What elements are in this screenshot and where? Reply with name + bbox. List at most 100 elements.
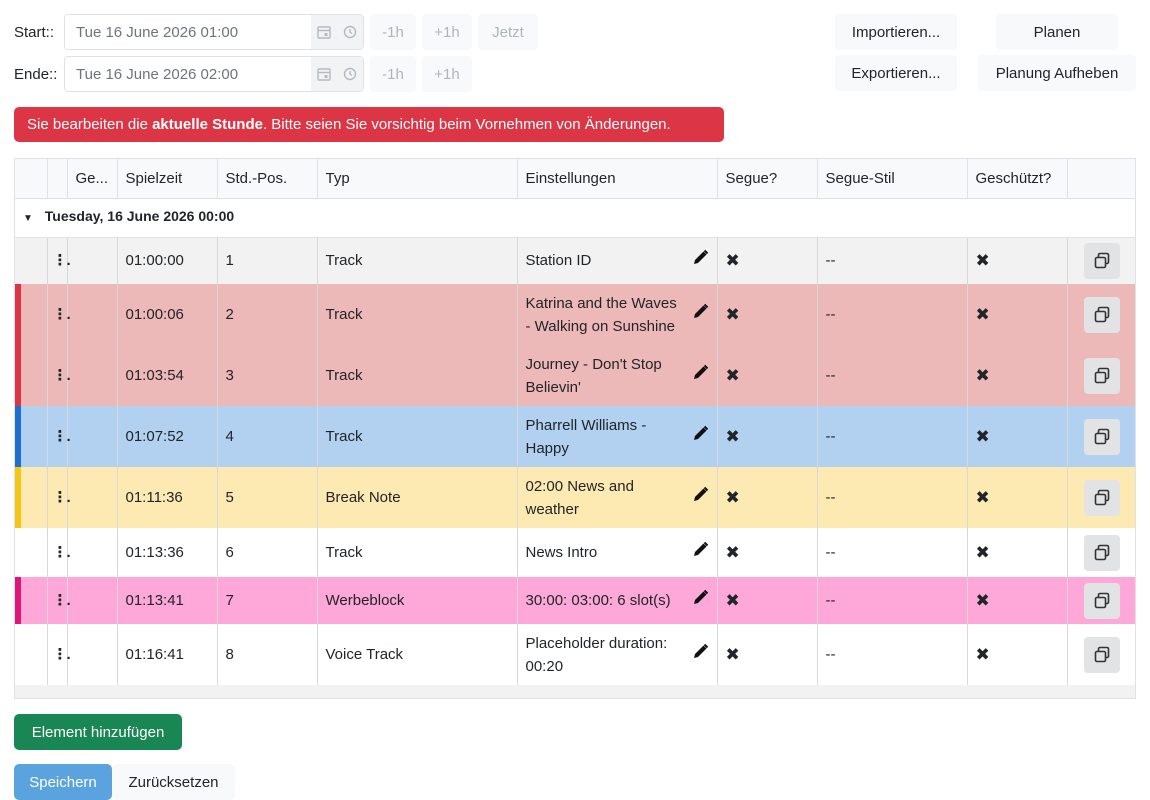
x-mark-icon[interactable]: ✖ xyxy=(726,305,740,324)
table-row[interactable]: ⋮. 01:13:41 7 Werbeblock 30:00: 03:00: 6… xyxy=(15,577,1135,624)
start-minus-1h-button[interactable]: -1h xyxy=(370,14,416,50)
drag-handle-cell[interactable]: ⋮. xyxy=(47,577,71,624)
segue-cell[interactable]: ✖ xyxy=(717,528,818,577)
segue-cell[interactable]: ✖ xyxy=(717,406,818,467)
table-row[interactable]: ⋮. 01:13:36 6 Track News Intro ✖ -- ✖ xyxy=(15,528,1135,577)
x-mark-icon[interactable]: ✖ xyxy=(976,305,990,324)
table-row[interactable]: ⋮. 01:03:54 3 Track Journey - Don't Stop… xyxy=(15,345,1135,406)
protected-cell[interactable]: ✖ xyxy=(967,467,1068,528)
duplicate-button[interactable] xyxy=(1084,534,1121,571)
pencil-icon[interactable] xyxy=(692,541,709,565)
end-datetime-input[interactable]: Tue 16 June 2026 02:00 xyxy=(64,56,364,92)
drag-handle-cell[interactable]: ⋮. xyxy=(47,406,71,467)
column-header-spielzeit[interactable]: Spielzeit xyxy=(117,159,218,199)
x-mark-icon[interactable]: ✖ xyxy=(976,645,990,664)
segue-cell[interactable]: ✖ xyxy=(717,577,818,624)
x-mark-icon[interactable]: ✖ xyxy=(976,427,990,446)
x-mark-icon[interactable]: ✖ xyxy=(726,427,740,446)
pencil-icon[interactable] xyxy=(692,643,709,667)
protected-cell[interactable]: ✖ xyxy=(967,528,1068,577)
column-header-std-pos[interactable]: Std.-Pos. xyxy=(217,159,318,199)
segue-cell[interactable]: ✖ xyxy=(717,237,818,284)
drag-handle-cell[interactable]: ⋮. xyxy=(47,528,71,577)
duplicate-button[interactable] xyxy=(1084,357,1121,394)
drag-handle-cell[interactable]: ⋮. xyxy=(47,624,71,685)
clock-icon[interactable] xyxy=(337,15,363,49)
drag-handle-icon[interactable]: ⋮. xyxy=(53,428,71,445)
protected-cell[interactable]: ✖ xyxy=(967,345,1068,406)
duplicate-button[interactable] xyxy=(1084,479,1121,516)
drag-handle-icon[interactable]: ⋮. xyxy=(53,489,71,506)
pencil-icon[interactable] xyxy=(692,249,709,273)
duplicate-button[interactable] xyxy=(1084,636,1121,673)
protected-cell[interactable]: ✖ xyxy=(967,624,1068,685)
segue-cell[interactable]: ✖ xyxy=(717,345,818,406)
drag-handle-icon[interactable]: ⋮. xyxy=(53,252,71,269)
save-button[interactable]: Speichern xyxy=(14,764,112,800)
x-mark-icon[interactable]: ✖ xyxy=(726,543,740,562)
column-header-typ[interactable]: Typ xyxy=(317,159,518,199)
drag-handle-icon[interactable]: ⋮. xyxy=(53,367,71,384)
segue-cell[interactable]: ✖ xyxy=(717,284,818,345)
x-mark-icon[interactable]: ✖ xyxy=(726,366,740,385)
calendar-icon[interactable] xyxy=(311,57,337,91)
column-header-segue[interactable]: Segue? xyxy=(717,159,818,199)
clock-icon[interactable] xyxy=(337,57,363,91)
column-header-einstellungen[interactable]: Einstellungen xyxy=(517,159,718,199)
table-row[interactable]: ⋮. 01:11:36 5 Break Note 02:00 News and … xyxy=(15,467,1135,528)
x-mark-icon[interactable]: ✖ xyxy=(976,366,990,385)
segue-cell[interactable]: ✖ xyxy=(717,467,818,528)
x-mark-icon[interactable]: ✖ xyxy=(976,251,990,270)
export-button[interactable]: Exportieren... xyxy=(835,55,957,91)
calendar-icon[interactable] xyxy=(311,15,337,49)
segue-cell[interactable]: ✖ xyxy=(717,624,818,685)
start-datetime-input[interactable]: Tue 16 June 2026 01:00 xyxy=(64,14,364,50)
duplicate-button[interactable] xyxy=(1084,418,1121,455)
x-mark-icon[interactable]: ✖ xyxy=(726,488,740,507)
x-mark-icon[interactable]: ✖ xyxy=(976,543,990,562)
protected-cell[interactable]: ✖ xyxy=(967,284,1068,345)
protected-cell[interactable]: ✖ xyxy=(967,237,1068,284)
x-mark-icon[interactable]: ✖ xyxy=(976,488,990,507)
now-button[interactable]: Jetzt xyxy=(478,14,538,50)
column-header-ge[interactable]: Ge... xyxy=(67,159,118,199)
drag-handle-cell[interactable]: ⋮. xyxy=(47,237,71,284)
end-minus-1h-button[interactable]: -1h xyxy=(370,56,416,92)
drag-handle-cell[interactable]: ⋮. xyxy=(47,467,71,528)
reset-button[interactable]: Zurücksetzen xyxy=(112,764,235,800)
drag-handle-icon[interactable]: ⋮. xyxy=(53,646,71,663)
column-header-geschuetzt[interactable]: Geschützt? xyxy=(967,159,1068,199)
pencil-icon[interactable] xyxy=(692,486,709,510)
drag-handle-cell[interactable]: ⋮. xyxy=(47,345,71,406)
pencil-icon[interactable] xyxy=(692,589,709,613)
protected-cell[interactable]: ✖ xyxy=(967,577,1068,624)
table-row[interactable]: ⋮. 01:16:41 8 Voice Track Placeholder du… xyxy=(15,624,1135,685)
x-mark-icon[interactable]: ✖ xyxy=(726,251,740,270)
pencil-icon[interactable] xyxy=(692,425,709,449)
x-mark-icon[interactable]: ✖ xyxy=(976,591,990,610)
column-header-segue-stil[interactable]: Segue-Stil xyxy=(817,159,968,199)
drag-handle-icon[interactable]: ⋮. xyxy=(53,544,71,561)
group-row[interactable]: ▼ Tuesday, 16 June 2026 00:00 xyxy=(15,198,1135,238)
table-row[interactable]: ⋮. 01:07:52 4 Track Pharrell Williams - … xyxy=(15,406,1135,467)
add-element-button[interactable]: Element hinzufügen xyxy=(14,714,182,750)
pencil-icon[interactable] xyxy=(692,303,709,327)
table-row[interactable]: ⋮. 01:00:00 1 Track Station ID ✖ -- ✖ xyxy=(15,237,1135,284)
duplicate-button[interactable] xyxy=(1084,582,1121,619)
import-button[interactable]: Importieren... xyxy=(835,14,957,50)
collapse-caret-icon[interactable]: ▼ xyxy=(23,213,33,224)
duplicate-button[interactable] xyxy=(1084,296,1121,333)
x-mark-icon[interactable]: ✖ xyxy=(726,591,740,610)
drag-handle-icon[interactable]: ⋮. xyxy=(53,306,71,323)
plan-button[interactable]: Planen xyxy=(996,14,1118,50)
pencil-icon[interactable] xyxy=(692,364,709,388)
drag-handle-icon[interactable]: ⋮. xyxy=(53,592,71,609)
unplan-button[interactable]: Planung Aufheben xyxy=(978,55,1136,91)
end-plus-1h-button[interactable]: +1h xyxy=(422,56,472,92)
start-plus-1h-button[interactable]: +1h xyxy=(422,14,472,50)
protected-cell[interactable]: ✖ xyxy=(967,406,1068,467)
drag-handle-cell[interactable]: ⋮. xyxy=(47,284,71,345)
x-mark-icon[interactable]: ✖ xyxy=(726,645,740,664)
duplicate-button[interactable] xyxy=(1084,242,1121,279)
table-row[interactable]: ⋮. 01:00:06 2 Track Katrina and the Wave… xyxy=(15,284,1135,345)
